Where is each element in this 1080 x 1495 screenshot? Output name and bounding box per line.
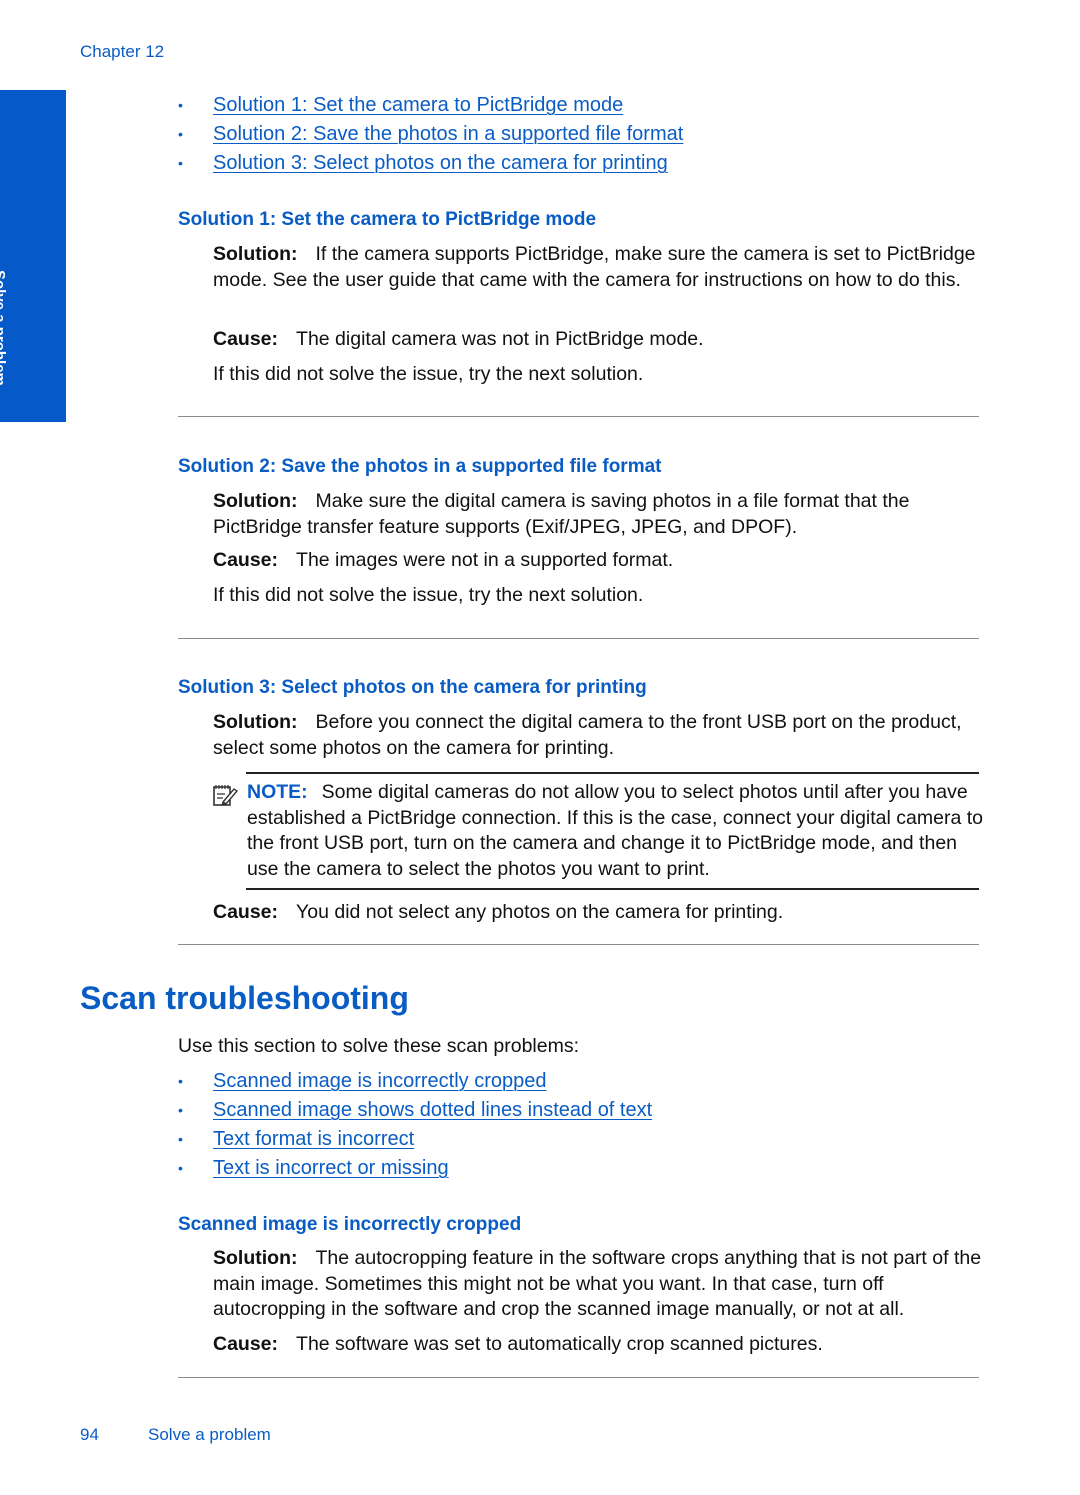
solution-body: Before you connect the digital camera to… (213, 711, 962, 759)
solution-link-list: • Solution 1: Set the camera to PictBridg… (178, 91, 683, 178)
solution-2-heading: Solution 2: Save the photos in a support… (178, 456, 662, 477)
note-icon (213, 785, 238, 806)
solution-2-text: Solution: Make sure the digital camera is… (213, 489, 983, 540)
note-bottom-rule (246, 888, 979, 890)
cause-label: Cause: (213, 328, 279, 350)
scan-link-list: • Scanned image is incorrectly cropped • S… (178, 1067, 652, 1183)
solution-3-cause: Cause: You did not select any photos on t… (213, 900, 983, 926)
side-tab: Solve a problem (0, 90, 66, 422)
cause-body: The digital camera was not in PictBridge… (296, 328, 704, 350)
link-incorrectly-cropped[interactable]: Scanned image is incorrectly cropped (213, 1070, 547, 1092)
section-divider (178, 416, 979, 417)
bullet-icon: • (178, 1160, 183, 1176)
cause-body: The software was set to automatically cr… (296, 1333, 823, 1355)
list-item: • Solution 2: Save the photos in a suppor… (178, 120, 683, 149)
section-divider (178, 944, 979, 945)
list-item: • Scanned image is incorrectly cropped (178, 1067, 652, 1096)
list-item: • Text format is incorrect (178, 1125, 652, 1154)
solution-label: Solution: (213, 243, 298, 265)
cause-label: Cause: (213, 1333, 279, 1355)
solution-1-next: If this did not solve the issue, try the… (213, 363, 644, 385)
solution-label: Solution: (213, 1247, 298, 1269)
solution-1-text: Solution: If the camera supports PictBrid… (213, 242, 983, 293)
list-item: • Scanned image shows dotted lines instea… (178, 1096, 652, 1125)
list-item: • Text is incorrect or missing (178, 1154, 652, 1183)
footer-section: Solve a problem (148, 1425, 271, 1444)
bullet-icon: • (178, 1073, 183, 1089)
side-tab-label: Solve a problem (0, 270, 9, 386)
note-top-rule (246, 772, 979, 774)
link-text-missing[interactable]: Text is incorrect or missing (213, 1157, 449, 1179)
cause-body: You did not select any photos on the cam… (296, 901, 784, 923)
solution-body: Make sure the digital camera is saving p… (213, 490, 910, 538)
solution-body: The autocropping feature in the software… (213, 1247, 982, 1320)
scan-troubleshooting-title: Scan troubleshooting (80, 980, 409, 1016)
link-solution-1[interactable]: Solution 1: Set the camera to PictBridge… (213, 94, 623, 116)
link-solution-2[interactable]: Solution 2: Save the photos in a support… (213, 123, 683, 145)
bullet-icon: • (178, 155, 183, 171)
link-text-format[interactable]: Text format is incorrect (213, 1128, 414, 1150)
cropped-heading: Scanned image is incorrectly cropped (178, 1214, 522, 1235)
bullet-icon: • (178, 126, 183, 142)
solution-label: Solution: (213, 490, 298, 512)
note-box: NOTE: Some digital cameras do not allow y… (247, 780, 987, 882)
section-divider (178, 638, 979, 639)
list-item: • Solution 3: Select photos on the camera… (178, 149, 683, 178)
cause-label: Cause: (213, 901, 279, 923)
solution-body: If the camera supports PictBridge, make … (213, 243, 976, 291)
chapter-header: Chapter 12 (80, 42, 165, 61)
scan-intro: Use this section to solve these scan pro… (178, 1035, 580, 1057)
link-solution-3[interactable]: Solution 3: Select photos on the camera … (213, 152, 668, 174)
cropped-cause: Cause: The software was set to automatica… (213, 1332, 983, 1358)
solution-3-heading: Solution 3: Select photos on the camera … (178, 677, 647, 698)
list-item: • Solution 1: Set the camera to PictBridg… (178, 91, 683, 120)
page-number: 94 (80, 1425, 99, 1444)
cause-label: Cause: (213, 549, 279, 571)
note-label: NOTE: (247, 781, 308, 803)
bullet-icon: • (178, 1131, 183, 1147)
solution-3-text: Solution: Before you connect the digital … (213, 710, 983, 761)
cause-body: The images were not in a supported forma… (296, 549, 674, 571)
solution-2-cause: Cause: The images were not in a supported… (213, 548, 983, 574)
note-body: Some digital cameras do not allow you to… (247, 781, 983, 880)
link-dotted-lines[interactable]: Scanned image shows dotted lines instead… (213, 1099, 652, 1121)
solution-2-next: If this did not solve the issue, try the… (213, 584, 644, 606)
solution-1-heading: Solution 1: Set the camera to PictBridge… (178, 209, 597, 230)
bullet-icon: • (178, 1102, 183, 1118)
solution-1-cause: Cause: The digital camera was not in Pict… (213, 327, 983, 353)
bullet-icon: • (178, 97, 183, 113)
section-divider (178, 1377, 979, 1378)
solution-label: Solution: (213, 711, 298, 733)
cropped-solution: Solution: The autocropping feature in the… (213, 1246, 983, 1323)
